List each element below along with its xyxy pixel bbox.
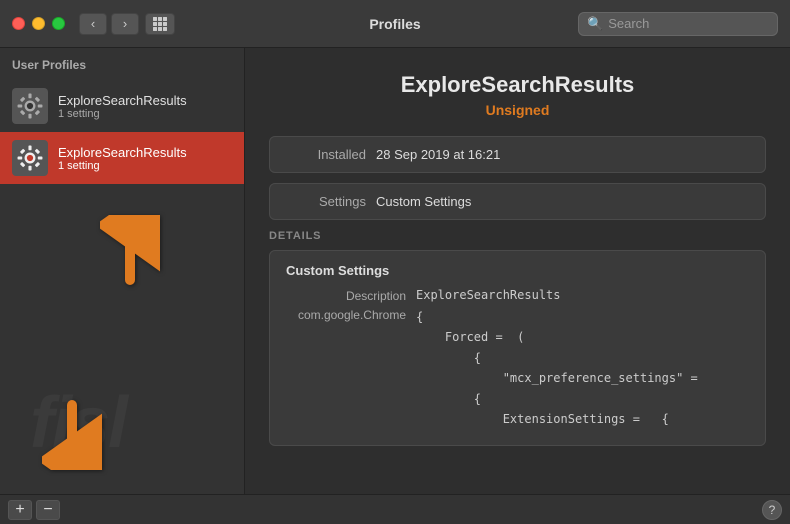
profile-item-2[interactable]: ExploreSearchResults 1 setting (0, 132, 244, 184)
detail-title: ExploreSearchResults (269, 72, 766, 98)
settings-label: Settings (286, 194, 366, 209)
arrow-up-annotation (100, 215, 160, 297)
profile-text-1: ExploreSearchResults 1 setting (58, 93, 187, 120)
details-box: Custom Settings Description ExploreSearc… (269, 250, 766, 446)
titlebar-title: Profiles (369, 16, 420, 32)
installed-row: Installed 28 Sep 2019 at 16:21 (269, 136, 766, 173)
close-dot[interactable] (12, 17, 25, 30)
profile-icon-2 (12, 140, 48, 176)
detail-panel: ExploreSearchResults Unsigned Installed … (245, 48, 790, 494)
code-line-4: "mcx_preference_settings" = (416, 368, 698, 388)
code-line-2: Forced = ( (416, 327, 698, 347)
code-line-3: { (416, 348, 698, 368)
search-icon: 🔍 (587, 16, 603, 32)
back-button[interactable]: ‹ (79, 13, 107, 35)
description-row: Description ExploreSearchResults (286, 288, 749, 303)
titlebar: ‹ › Profiles 🔍 (0, 0, 790, 48)
detail-status: Unsigned (269, 102, 766, 118)
profile-sub-2: 1 setting (58, 160, 187, 172)
code-line-1: { (416, 307, 698, 327)
code-block: { Forced = ( { "mcx_preference_settings"… (416, 307, 698, 429)
search-bar: 🔍 (578, 12, 778, 36)
maximize-dot[interactable] (52, 17, 65, 30)
minimize-dot[interactable] (32, 17, 45, 30)
settings-value: Custom Settings (376, 194, 471, 209)
details-section-label: DETAILS (269, 230, 766, 242)
add-button[interactable]: + (8, 500, 32, 520)
chrome-label: com.google.Chrome (286, 307, 406, 322)
profile-sub-1: 1 setting (58, 108, 187, 120)
settings-row: Settings Custom Settings (269, 183, 766, 220)
gear-icon-2 (16, 144, 44, 172)
remove-button[interactable]: − (36, 500, 60, 520)
search-input[interactable] (608, 16, 769, 31)
profile-text-2: ExploreSearchResults 1 setting (58, 145, 187, 172)
grid-icon (153, 17, 167, 31)
grid-button[interactable] (145, 13, 175, 35)
installed-label: Installed (286, 147, 366, 162)
gear-icon-1 (16, 92, 44, 120)
profile-icon-1 (12, 88, 48, 124)
window-controls (12, 17, 65, 30)
description-label: Description (286, 288, 406, 303)
custom-settings-title: Custom Settings (286, 263, 749, 278)
forward-button[interactable]: › (111, 13, 139, 35)
profile-name-1: ExploreSearchResults (58, 93, 187, 108)
arrow-down-annotation (42, 400, 102, 482)
nav-buttons: ‹ › (79, 13, 139, 35)
sidebar-label: User Profiles (0, 58, 244, 80)
code-line-6: ExtensionSettings = { (416, 409, 698, 429)
chrome-row: com.google.Chrome { Forced = ( { "mcx_pr… (286, 307, 749, 429)
description-value: ExploreSearchResults (416, 288, 561, 302)
profile-item-1[interactable]: ExploreSearchResults 1 setting (0, 80, 244, 132)
help-button[interactable]: ? (762, 500, 782, 520)
bottom-toolbar: + − ? (0, 494, 790, 524)
installed-value: 28 Sep 2019 at 16:21 (376, 147, 500, 162)
profile-name-2: ExploreSearchResults (58, 145, 187, 160)
code-line-5: { (416, 389, 698, 409)
